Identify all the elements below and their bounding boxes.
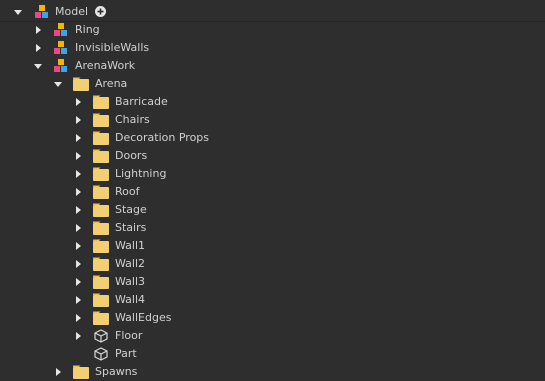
- tree-row-stage[interactable]: Stage: [0, 201, 545, 219]
- folder-icon: [93, 220, 109, 236]
- chevron-right-icon[interactable]: [73, 97, 83, 107]
- tree-label: Doors: [115, 149, 148, 162]
- tree-row-model[interactable]: Model: [0, 3, 545, 22]
- folder-icon: [73, 364, 89, 380]
- chevron-right-icon[interactable]: [73, 277, 83, 287]
- folder-icon: [93, 130, 109, 146]
- chevron-right-icon[interactable]: [53, 367, 63, 377]
- tree-row-spawns[interactable]: Spawns: [0, 363, 545, 381]
- folder-icon: [93, 112, 109, 128]
- tree-label: Wall4: [115, 293, 146, 306]
- tree-row-decoration-props[interactable]: Decoration Props: [0, 129, 545, 147]
- tree-label: Floor: [115, 329, 143, 342]
- chevron-right-icon[interactable]: [73, 133, 83, 143]
- model-icon: [34, 4, 50, 20]
- add-circle-icon[interactable]: [95, 6, 106, 17]
- tree-row-walledges[interactable]: WallEdges: [0, 309, 545, 327]
- chevron-right-icon[interactable]: [73, 205, 83, 215]
- chevron-right-icon[interactable]: [73, 295, 83, 305]
- folder-icon: [93, 202, 109, 218]
- chevron-down-icon[interactable]: [13, 7, 23, 17]
- folder-icon: [93, 148, 109, 164]
- chevron-right-icon[interactable]: [73, 223, 83, 233]
- tree-label: Ring: [75, 23, 100, 36]
- tree-row-wall2[interactable]: Wall2: [0, 255, 545, 273]
- tree-label: Arena: [95, 77, 128, 90]
- folder-icon: [93, 274, 109, 290]
- tree-row-chairs[interactable]: Chairs: [0, 111, 545, 129]
- tree-row-arenawork[interactable]: ArenaWork: [0, 57, 545, 75]
- tree-label: Part: [115, 347, 137, 360]
- folder-icon: [93, 184, 109, 200]
- tree-row-floor[interactable]: Floor: [0, 327, 545, 345]
- tree-label: Wall1: [115, 239, 146, 252]
- tree-row-part[interactable]: Part: [0, 345, 545, 363]
- model-icon: [53, 58, 69, 74]
- folder-icon: [93, 166, 109, 182]
- tree-label: InvisibleWalls: [75, 41, 150, 54]
- explorer-tree: Model Ring InvisibleWalls ArenaWork Aren…: [0, 0, 545, 381]
- model-icon: [53, 40, 69, 56]
- chevron-right-icon[interactable]: [73, 115, 83, 125]
- tree-row-wall1[interactable]: Wall1: [0, 237, 545, 255]
- tree-row-wall3[interactable]: Wall3: [0, 273, 545, 291]
- folder-icon: [73, 76, 89, 92]
- chevron-right-icon[interactable]: [33, 43, 43, 53]
- tree-row-barricade[interactable]: Barricade: [0, 93, 545, 111]
- chevron-right-icon[interactable]: [73, 241, 83, 251]
- folder-icon: [93, 310, 109, 326]
- tree-label: Wall3: [115, 275, 146, 288]
- tree-label: Decoration Props: [115, 131, 210, 144]
- chevron-right-icon[interactable]: [73, 313, 83, 323]
- folder-icon: [93, 238, 109, 254]
- chevron-right-icon[interactable]: [73, 169, 83, 179]
- tree-label: Chairs: [115, 113, 150, 126]
- chevron-right-icon[interactable]: [73, 187, 83, 197]
- tree-label: Lightning: [115, 167, 167, 180]
- folder-icon: [93, 292, 109, 308]
- tree-label: ArenaWork: [75, 59, 136, 72]
- chevron-right-icon[interactable]: [33, 25, 43, 35]
- tree-label: Wall2: [115, 257, 146, 270]
- tree-label: Barricade: [115, 95, 168, 108]
- tree-label: WallEdges: [115, 311, 172, 324]
- chevron-down-icon[interactable]: [53, 79, 63, 89]
- tree-row-wall4[interactable]: Wall4: [0, 291, 545, 309]
- tree-label: Model: [55, 5, 89, 18]
- chevron-right-icon[interactable]: [73, 151, 83, 161]
- tree-row-doors[interactable]: Doors: [0, 147, 545, 165]
- tree-row-roof[interactable]: Roof: [0, 183, 545, 201]
- chevron-down-icon[interactable]: [33, 61, 43, 71]
- tree-label: Roof: [115, 185, 140, 198]
- model-icon: [53, 22, 69, 38]
- tree-label: Stairs: [115, 221, 147, 234]
- tree-row-ring[interactable]: Ring: [0, 21, 545, 39]
- chevron-right-icon[interactable]: [73, 259, 83, 269]
- chevron-right-icon[interactable]: [73, 331, 83, 341]
- tree-row-invisiblewalls[interactable]: InvisibleWalls: [0, 39, 545, 57]
- tree-label: Spawns: [95, 365, 138, 378]
- tree-row-lightning[interactable]: Lightning: [0, 165, 545, 183]
- part-icon: [93, 328, 109, 344]
- tree-label: Stage: [115, 203, 147, 216]
- tree-row-arena[interactable]: Arena: [0, 75, 545, 93]
- tree-row-stairs[interactable]: Stairs: [0, 219, 545, 237]
- folder-icon: [93, 94, 109, 110]
- folder-icon: [93, 256, 109, 272]
- part-icon: [93, 346, 109, 362]
